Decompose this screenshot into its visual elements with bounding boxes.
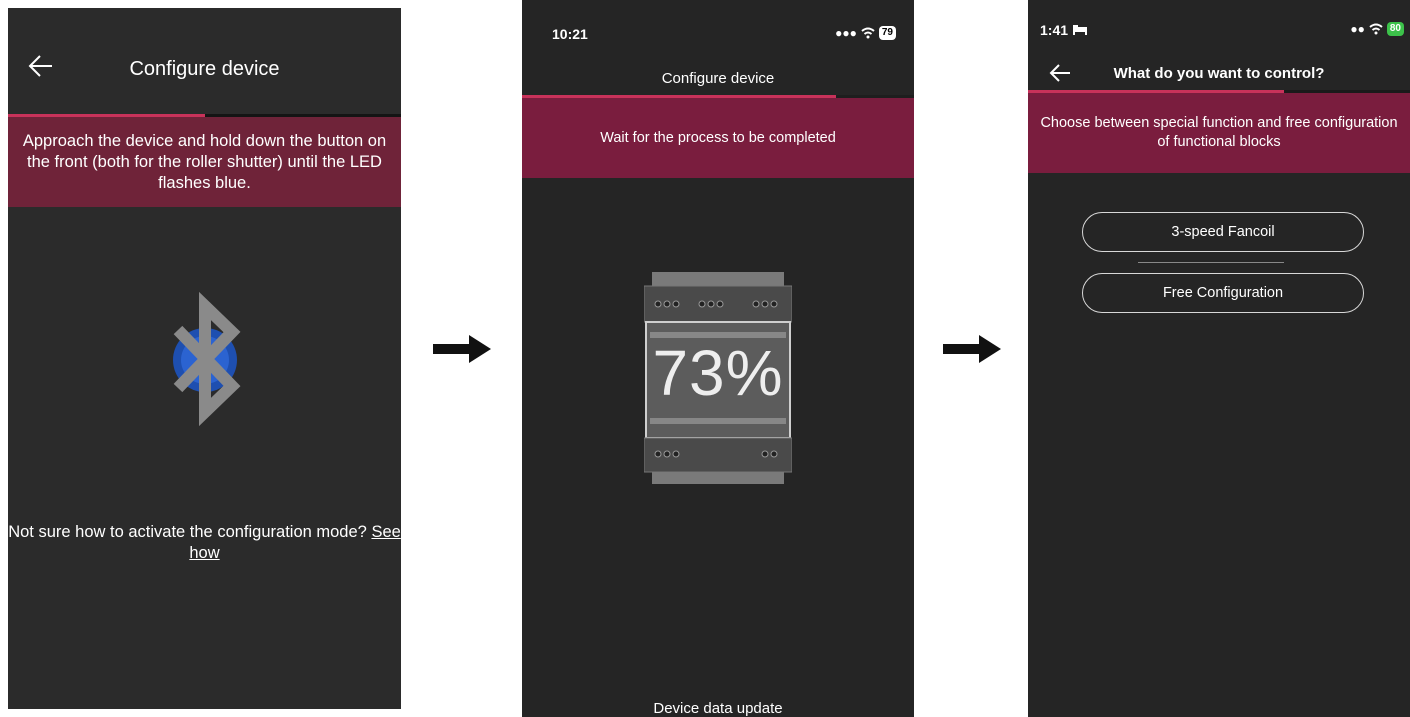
wifi-icon xyxy=(1369,23,1383,35)
screen-choose-control: 1:41 ●● 80 What do you want to control? … xyxy=(1028,0,1410,717)
bed-icon xyxy=(1072,25,1087,35)
free-configuration-button[interactable]: Free Configuration xyxy=(1082,273,1364,313)
status-time-value: 1:41 xyxy=(1040,22,1069,38)
instruction-text: Choose between special function and free… xyxy=(1040,115,1398,150)
status-text: Wait for the process to be completed xyxy=(600,130,836,146)
instruction-text: Approach the device and hold down the bu… xyxy=(22,131,387,192)
option-divider xyxy=(1138,262,1284,263)
page-title: Configure device xyxy=(661,70,775,87)
battery-icon: 80 xyxy=(1386,22,1404,36)
status-time: 10:21 xyxy=(552,26,588,42)
page-title: Configure device xyxy=(129,58,280,80)
bluetooth-icon xyxy=(150,288,260,438)
screen-configure-device-bluetooth: Configure device Approach the device and… xyxy=(8,8,401,709)
signal-icon: ●●● xyxy=(835,26,857,40)
page-title: What do you want to control? xyxy=(1113,65,1325,82)
instruction-banner: Approach the device and hold down the bu… xyxy=(8,117,401,207)
status-icons: ●● 80 xyxy=(1350,22,1404,36)
help-question: Not sure how to activate the configurati… xyxy=(8,523,367,541)
status-time: 1:41 xyxy=(1040,22,1088,38)
screen-configure-device-progress: 10:21 ●●● 79 Configure device Wait for t… xyxy=(522,0,914,717)
flow-arrow-icon xyxy=(433,335,491,363)
help-text: Not sure how to activate the configurati… xyxy=(8,522,401,564)
flow-arrow-icon xyxy=(943,335,1001,363)
status-icons: ●●● 79 xyxy=(835,26,896,40)
signal-icon: ●● xyxy=(1350,22,1365,36)
progress-percent: 73% xyxy=(652,337,784,409)
instruction-banner: Choose between special function and free… xyxy=(1028,93,1410,173)
wifi-icon xyxy=(861,27,875,39)
fancoil-option-button[interactable]: 3-speed Fancoil xyxy=(1082,212,1364,252)
status-banner: Wait for the process to be completed xyxy=(522,98,914,178)
status-footer: Device data update xyxy=(653,700,783,717)
battery-icon: 79 xyxy=(878,26,896,40)
